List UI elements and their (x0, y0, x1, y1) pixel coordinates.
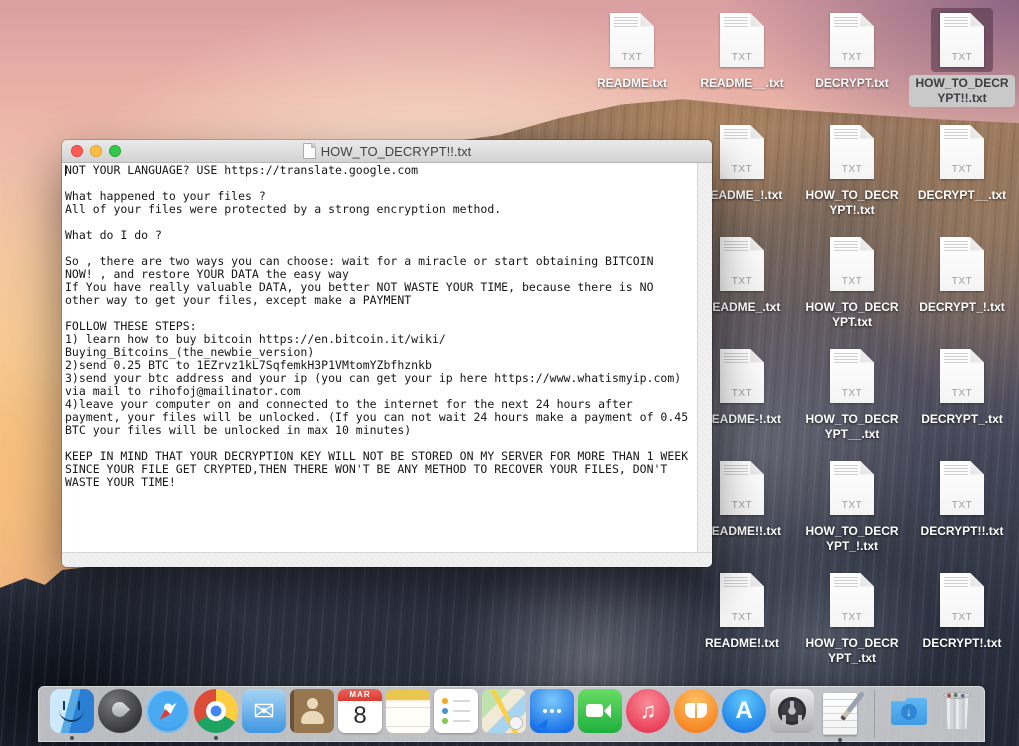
txt-file-icon: TXT (720, 13, 764, 67)
traffic-lights (71, 145, 121, 157)
txt-file-icon: TXT (720, 461, 764, 515)
desktop-file-how-to-decrypt[interactable]: TXT HOW_TO_DECR YPT__.txt (797, 344, 907, 443)
txt-file-icon: TXT (720, 125, 764, 179)
file-label: DECRYPT.txt (809, 75, 895, 92)
dock-chrome-icon[interactable] (194, 689, 238, 733)
window-titlebar[interactable]: HOW_TO_DECRYPT!!.txt (62, 140, 712, 163)
zoom-button[interactable] (109, 145, 121, 157)
desktop-file-how-to-decrypt-selected[interactable]: TXT HOW_TO_DECR YPT!!.txt (907, 8, 1017, 107)
file-label: DECRYPT!.txt (917, 635, 1008, 652)
txt-file-icon: TXT (830, 349, 874, 403)
desktop-file-how-to-decrypt[interactable]: TXT HOW_TO_DECR YPT_.txt (797, 568, 907, 667)
dock-downloads-folder-icon[interactable] (887, 689, 931, 733)
desktop-file-decrypt[interactable]: TXT DECRYPT__.txt (907, 120, 1017, 204)
file-label: HOW_TO_DECR YPT!.txt (799, 187, 904, 219)
desktop-file-readme2[interactable]: TXT README__.txt (687, 8, 797, 92)
txt-file-icon: TXT (940, 461, 984, 515)
calendar-day: 8 (338, 701, 382, 731)
document-text: NOT YOUR LANGUAGE? USE https://translate… (62, 163, 698, 490)
calendar-month: MAR (338, 689, 382, 701)
window-title: HOW_TO_DECRYPT!!.txt (321, 144, 472, 159)
file-label: README__.txt (694, 75, 789, 92)
txt-file-icon: TXT (940, 125, 984, 179)
desktop-file-how-to-decrypt[interactable]: TXT HOW_TO_DECR YPT!.txt (797, 120, 907, 219)
file-label: DECRYPT_!.txt (913, 299, 1011, 316)
txt-file-icon: TXT (940, 573, 984, 627)
txt-file-icon: TXT (940, 349, 984, 403)
dock-reminders-icon[interactable] (434, 689, 478, 733)
dock-textedit-icon[interactable] (823, 693, 857, 735)
file-label: HOW_TO_DECR YPT_.txt (799, 635, 904, 667)
file-label: HOW_TO_DECR YPT.txt (799, 299, 904, 331)
horizontal-scrollbar[interactable] (62, 552, 712, 567)
text-cursor (65, 165, 66, 176)
txt-file-icon: TXT (610, 13, 654, 67)
desktop-file-decrypt[interactable]: TXT DECRYPT_.txt (907, 344, 1017, 428)
dock-app-store-icon[interactable]: A (722, 689, 766, 733)
txt-file-icon: TXT (720, 237, 764, 291)
text-editor-area[interactable]: NOT YOUR LANGUAGE? USE https://translate… (62, 163, 698, 553)
txt-file-icon: TXT (830, 237, 874, 291)
dock-finder-icon[interactable] (50, 689, 94, 733)
desktop-file-readme[interactable]: TXT README.txt (577, 8, 687, 92)
dock-ibooks-icon[interactable] (674, 689, 718, 733)
desktop-file-decrypt[interactable]: TXT DECRYPT!.txt (907, 568, 1017, 652)
file-label: DECRYPT!!.txt (915, 523, 1010, 540)
dock-safari-icon[interactable] (146, 689, 190, 733)
textedit-window: HOW_TO_DECRYPT!!.txt NOT YOUR LANGUAGE? … (62, 140, 712, 567)
txt-file-icon: TXT (830, 461, 874, 515)
desktop-file-decrypt[interactable]: TXT DECRYPT_!.txt (907, 232, 1017, 316)
close-button[interactable] (71, 145, 83, 157)
vertical-scrollbar[interactable] (697, 163, 712, 553)
desktop-file-decrypt[interactable]: TXT DECRYPT.txt (797, 8, 907, 92)
dock-mail-icon[interactable] (242, 689, 286, 733)
dock-divider (874, 690, 875, 738)
file-label: README!.txt (699, 635, 785, 652)
txt-file-icon: TXT (830, 573, 874, 627)
app-store-letter: A (735, 699, 752, 723)
dock-calendar-icon[interactable]: MAR 8 (338, 689, 382, 733)
document-icon (303, 143, 316, 159)
desktop-file-decrypt[interactable]: TXT DECRYPT!!.txt (907, 456, 1017, 540)
txt-file-icon: TXT (830, 13, 874, 67)
file-label: HOW_TO_DECR YPT!!.txt (909, 75, 1014, 107)
dock-system-preferences-icon[interactable] (770, 689, 814, 733)
desktop-file-how-to-decrypt[interactable]: TXT HOW_TO_DECR YPT_!.txt (797, 456, 907, 555)
txt-file-icon: TXT (940, 237, 984, 291)
dock-trash-icon[interactable] (935, 689, 979, 733)
txt-file-icon: TXT (720, 349, 764, 403)
minimize-button[interactable] (90, 145, 102, 157)
dock: MAR 8 A (38, 686, 985, 742)
dock-itunes-icon[interactable] (626, 689, 670, 733)
dock-maps-icon[interactable] (482, 689, 526, 733)
dock-contacts-icon[interactable] (290, 689, 334, 733)
file-label: README.txt (591, 75, 673, 92)
running-indicator (70, 736, 74, 740)
txt-file-icon: TXT (720, 573, 764, 627)
file-label: DECRYPT__.txt (912, 187, 1012, 204)
txt-file-icon: TXT (830, 125, 874, 179)
txt-file-icon: TXT (940, 13, 984, 67)
dock-messages-icon[interactable] (530, 689, 574, 733)
file-label: HOW_TO_DECR YPT__.txt (799, 411, 904, 443)
dock-facetime-icon[interactable] (578, 689, 622, 733)
desktop-file-readme[interactable]: TXT README!.txt (687, 568, 797, 652)
dock-notes-icon[interactable] (386, 689, 430, 733)
window-title-area: HOW_TO_DECRYPT!!.txt (62, 140, 712, 162)
desktop-file-how-to-decrypt[interactable]: TXT HOW_TO_DECR YPT.txt (797, 232, 907, 331)
file-label: HOW_TO_DECR YPT_!.txt (799, 523, 904, 555)
dock-launchpad-icon[interactable] (98, 689, 142, 733)
running-indicator (214, 736, 218, 740)
running-indicator (838, 738, 842, 742)
file-label: DECRYPT_.txt (915, 411, 1009, 428)
